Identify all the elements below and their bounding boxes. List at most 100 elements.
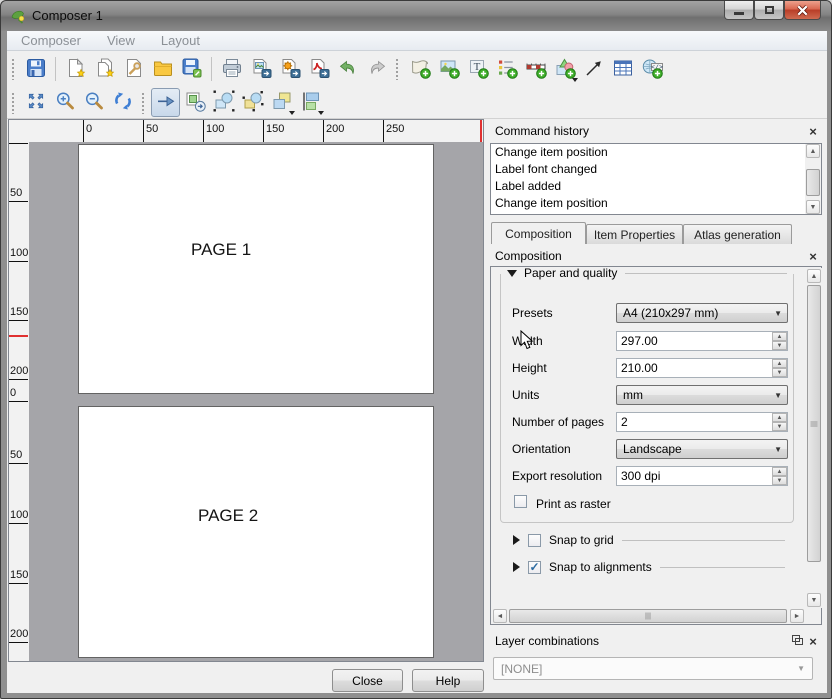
spin-down-icon[interactable]: ▼ (772, 422, 787, 431)
load-template-button[interactable] (148, 55, 177, 84)
spin-up-icon[interactable]: ▲ (772, 413, 787, 422)
composition-canvas[interactable]: PAGE 1 PAGE 2 (29, 142, 483, 661)
dropdown-caret-icon[interactable] (289, 111, 295, 115)
scroll-right-icon[interactable]: ► (790, 609, 804, 623)
help-button[interactable]: Help (412, 669, 484, 692)
add-table-button[interactable] (608, 55, 637, 84)
scrollbar-thumb[interactable] (807, 285, 821, 562)
add-scalebar-button[interactable] (521, 55, 550, 84)
scrollbar-thumb[interactable] (806, 169, 820, 196)
toolbar-composer: T </> (7, 51, 827, 87)
add-arrow-icon (583, 57, 605, 82)
zoom-full-button[interactable] (21, 88, 50, 117)
paper-and-quality-group: Paper and quality Presets A4 (210x297 mm… (500, 274, 794, 523)
undo-button[interactable] (333, 55, 362, 84)
maximize-button[interactable] (754, 1, 784, 20)
refresh-view-button[interactable] (108, 88, 137, 117)
presets-combo[interactable]: A4 (210x297 mm) ▼ (616, 303, 788, 323)
width-spinbox[interactable]: 297.00 ▲▼ (616, 331, 788, 351)
export-pdf-icon (308, 57, 330, 82)
units-combo[interactable]: mm ▼ (616, 385, 788, 405)
history-list-item[interactable]: Label added (491, 178, 821, 195)
print-button[interactable] (217, 55, 246, 84)
scroll-up-icon[interactable]: ▲ (807, 269, 821, 283)
history-list-item[interactable]: Change item position (491, 195, 821, 212)
command-history-titlebar: Command history × (490, 121, 824, 141)
add-shape-button[interactable] (550, 55, 579, 84)
menu-layout[interactable]: Layout (161, 33, 200, 48)
history-list-item[interactable]: Change item position (491, 144, 821, 161)
snap-to-alignments-checkbox[interactable]: ✓ (528, 561, 541, 574)
spin-up-icon[interactable]: ▲ (772, 467, 787, 476)
composition-vscrollbar[interactable]: ▲ ▼ (806, 268, 822, 608)
snap-to-grid-checkbox[interactable] (528, 534, 541, 547)
layer-combination-combo[interactable]: [NONE] ▼ (493, 657, 813, 680)
spin-up-icon[interactable]: ▲ (772, 359, 787, 368)
group-items-button[interactable] (209, 88, 238, 117)
tab-item-properties[interactable]: Item Properties (586, 224, 683, 244)
expander-right-icon[interactable] (513, 535, 520, 545)
scroll-up-icon[interactable]: ▲ (806, 144, 820, 158)
orientation-combo[interactable]: Landscape ▼ (616, 439, 788, 459)
zoom-out-button[interactable] (79, 88, 108, 117)
tab-atlas-generation[interactable]: Atlas generation (683, 224, 792, 244)
export-pdf-button[interactable] (304, 55, 333, 84)
export-image-button[interactable] (246, 55, 275, 84)
duplicate-composition-button[interactable] (90, 55, 119, 84)
print-as-raster-checkbox[interactable] (514, 495, 527, 508)
export-svg-button[interactable] (275, 55, 304, 84)
close-window-button[interactable] (784, 1, 821, 20)
select-move-item-button[interactable] (151, 88, 180, 117)
composer-manager-button[interactable] (119, 55, 148, 84)
raise-selected-items-button[interactable] (267, 88, 296, 117)
duplicate-composition-icon (94, 57, 116, 82)
save-project-button[interactable] (21, 55, 50, 84)
add-legend-button[interactable] (492, 55, 521, 84)
add-label-button[interactable]: T (463, 55, 492, 84)
close-button[interactable]: Close (332, 669, 403, 692)
add-image-button[interactable] (434, 55, 463, 84)
group-title: Paper and quality (524, 266, 617, 280)
add-scalebar-icon (525, 57, 547, 82)
add-html-button[interactable]: </> (637, 55, 666, 84)
menu-view[interactable]: View (107, 33, 135, 48)
spin-up-icon[interactable]: ▲ (772, 332, 787, 341)
ruler-tick (203, 120, 204, 142)
spin-down-icon[interactable]: ▼ (772, 368, 787, 377)
scroll-down-icon[interactable]: ▼ (806, 200, 820, 214)
new-composition-button[interactable] (61, 55, 90, 84)
ungroup-items-button[interactable] (238, 88, 267, 117)
title-bar[interactable]: Composer 1 (1, 1, 832, 31)
select-move-icon (155, 90, 177, 115)
toolbar-grip (11, 92, 15, 114)
align-items-button[interactable] (296, 88, 325, 117)
save-as-template-button[interactable] (177, 55, 206, 84)
redo-button[interactable] (362, 55, 391, 84)
scroll-down-icon[interactable]: ▼ (807, 593, 821, 607)
add-arrow-button[interactable] (579, 55, 608, 84)
height-spinbox[interactable]: 210.00 ▲▼ (616, 358, 788, 378)
expander-right-icon[interactable] (513, 562, 520, 572)
history-list-item[interactable]: Label font changed (491, 161, 821, 178)
add-map-button[interactable] (405, 55, 434, 84)
move-item-content-button[interactable] (180, 88, 209, 117)
collapse-triangle-icon[interactable] (507, 270, 517, 277)
spin-down-icon[interactable]: ▼ (772, 476, 787, 485)
minimize-button[interactable] (724, 1, 754, 20)
scrollbar-thumb[interactable] (509, 609, 787, 623)
composition-hscrollbar[interactable]: ◄ ► (492, 608, 806, 624)
command-history-close-icon[interactable]: × (806, 124, 820, 138)
num-pages-spinbox[interactable]: 2 ▲▼ (616, 412, 788, 432)
command-history-list: Change item positionLabel font changedLa… (490, 143, 822, 215)
composition-close-icon[interactable]: × (806, 249, 820, 263)
dropdown-caret-icon[interactable] (572, 78, 578, 82)
spin-down-icon[interactable]: ▼ (772, 341, 787, 350)
tab-composition[interactable]: Composition (491, 222, 586, 244)
scroll-left-icon[interactable]: ◄ (493, 609, 507, 623)
zoom-in-button[interactable] (50, 88, 79, 117)
dropdown-caret-icon[interactable] (318, 111, 324, 115)
window-title: Composer 1 (32, 8, 103, 23)
menu-composer[interactable]: Composer (21, 33, 81, 48)
resolution-spinbox[interactable]: 300 dpi ▲▼ (616, 466, 788, 486)
command-history-scrollbar[interactable]: ▲ ▼ (805, 144, 821, 214)
